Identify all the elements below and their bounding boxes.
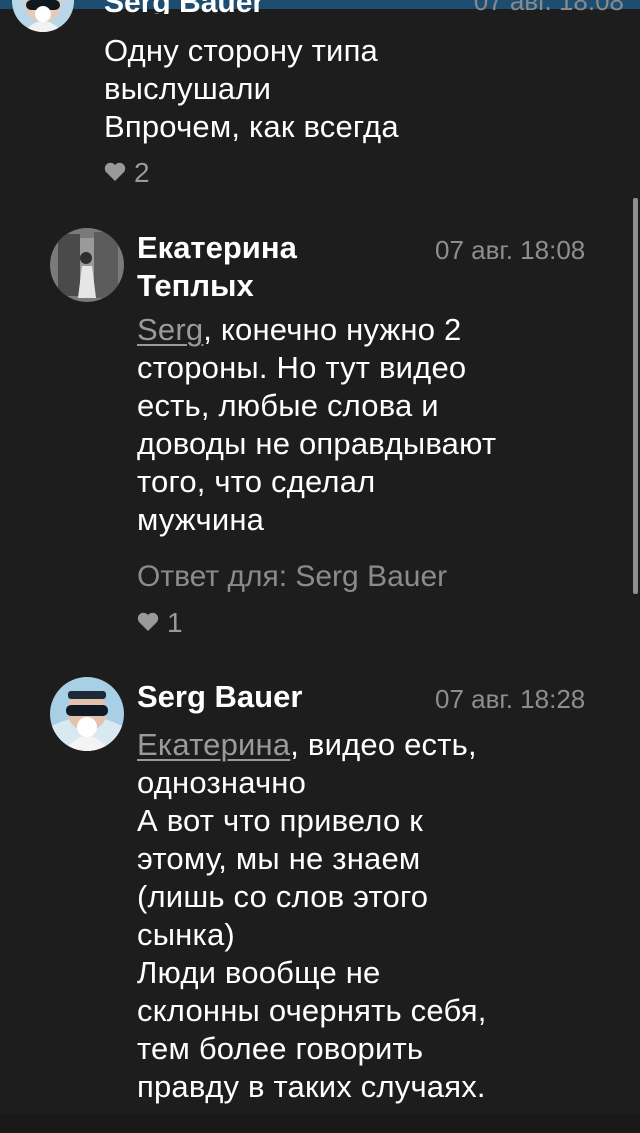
comment-text: Одну сторону типа выслушали Впрочем, как…: [104, 32, 614, 146]
mention-link[interactable]: Serg: [137, 312, 203, 347]
text-line: доводы не оправдывают: [137, 426, 497, 461]
text-line: Впрочем, как всегда: [104, 109, 399, 144]
comment-author[interactable]: Serg Bauer: [104, 0, 264, 14]
text-line: есть, любые слова и: [137, 388, 439, 423]
text-line: мужчина: [137, 502, 265, 537]
text-line: Serg, конечно нужно 2: [137, 311, 627, 349]
text-line: Люди вообще не: [137, 955, 381, 990]
text-line: сынка): [137, 917, 235, 952]
avatar-serg-bauer[interactable]: [12, 0, 74, 32]
bottom-edge: [0, 1114, 640, 1133]
text-line: правду в таких случаях.: [137, 1069, 486, 1104]
heart-icon: [137, 607, 159, 639]
comment-author[interactable]: Екатерина Теплых: [137, 229, 397, 305]
text-line: этому, мы не знаем: [137, 841, 421, 876]
text-line: стороны. Но тут видео: [137, 350, 467, 385]
text-line: А вот что привело к: [137, 803, 423, 838]
comment-date: 07 авг. 18:08: [435, 235, 586, 265]
like-button[interactable]: 1: [137, 607, 183, 639]
like-button[interactable]: 2: [104, 157, 150, 189]
like-count: 1: [167, 607, 183, 638]
mention-link[interactable]: Екатерина: [137, 727, 290, 762]
comment-text: Екатерина, видео есть, однозначно А вот …: [137, 726, 627, 1106]
avatar-ekaterina-teplykh[interactable]: [50, 228, 124, 302]
avatar-serg-bauer[interactable]: [50, 677, 124, 751]
comment-text: Serg, конечно нужно 2 стороны. Но тут ви…: [137, 311, 627, 539]
text-line: выслушали: [104, 71, 272, 106]
scrollbar-thumb[interactable]: [633, 198, 638, 594]
heart-icon: [104, 157, 126, 189]
comment-header-cut: Serg Bauer 07 авг. 18:08: [104, 0, 624, 14]
author-first-name: Екатерина: [137, 230, 297, 265]
comment-date: 07 авг. 18:28: [435, 684, 586, 714]
text-line: Екатерина, видео есть,: [137, 726, 627, 764]
like-count: 2: [134, 157, 150, 188]
reply-to-link[interactable]: Ответ для: Serg Bauer: [137, 559, 447, 595]
comments-screen: Serg Bauer 07 авг. 18:08 Одну сторону ти…: [0, 0, 640, 1133]
text-line: того, что сделал: [137, 464, 376, 499]
author-last-name: Теплых: [137, 268, 254, 303]
text-fragment: , видео есть,: [290, 727, 477, 762]
text-line: Одну сторону типа: [104, 33, 378, 68]
text-line: однозначно: [137, 765, 307, 800]
text-line: тем более говорить: [137, 1031, 424, 1066]
text-fragment: , конечно нужно 2: [203, 312, 462, 347]
text-line: склонны очернять себя,: [137, 993, 487, 1028]
comment-author[interactable]: Serg Bauer: [137, 678, 302, 716]
comment-date: 07 авг. 18:08: [474, 0, 624, 14]
text-line: (лишь со слов этого: [137, 879, 429, 914]
